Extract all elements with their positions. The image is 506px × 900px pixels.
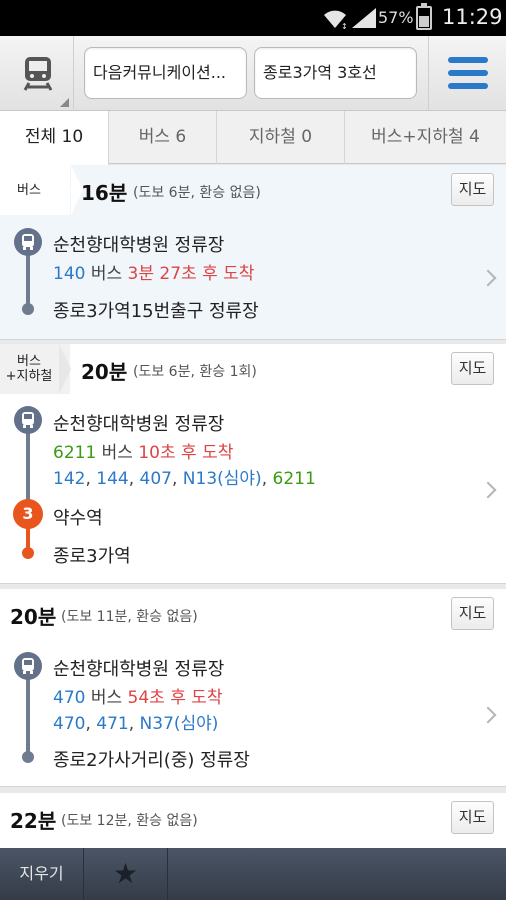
bus-number: 140 [53,264,86,284]
end-stop: 종로2가사거리(중) 정류장 [53,750,250,771]
bus-word: 버스 [85,264,128,284]
battery-percent: 57% [378,8,414,27]
bus-number: 6211 [53,443,97,463]
search-header: 다음커뮤니케이션... 종로3가역 3호선 [0,36,506,111]
alt-bus: 407 [139,469,172,489]
arrival-time: 3분 27초 후 도착 [127,264,255,284]
menu-icon-bar [448,57,488,63]
route-card[interactable]: 22분 (도보 12분, 환승 없음) 지도 [0,793,506,848]
bus-icon [14,228,42,256]
svg-text:↕: ↕ [341,22,348,30]
favorite-star-icon[interactable]: ★ [84,848,168,900]
route-card[interactable]: 버스 +지하철 20분 (도보 6분, 환승 1회) 지도 3 순천향대학병원 정… [0,344,506,584]
route-card-header: 버스 +지하철 20분 (도보 6분, 환승 1회) 지도 [0,344,506,394]
alt-bus-list: 142, 144, 407, N13(심야), 6211 [53,469,316,489]
chevron-right-icon [479,269,497,287]
tab-subway[interactable]: 지하철 0 [217,111,345,164]
bus-icon [14,652,42,680]
alt-bus: N13(심야) [182,469,262,489]
alt-bus: 470 [53,714,86,734]
clock: 11:29 [442,5,503,29]
chevron-right-icon [479,706,497,724]
bus-word: 버스 [85,688,128,708]
bus-icon [14,406,42,434]
start-stop: 순천향대학병원 정류장 [53,235,225,256]
map-button[interactable]: 지도 [451,352,494,385]
alt-bus: 6211 [272,469,316,489]
route-meta: (도보 12분, 환승 없음) [61,813,198,829]
end-point-dot [22,547,34,559]
tab-bus[interactable]: 버스 6 [109,111,217,164]
route-meta: (도보 6분, 환승 1회) [133,364,257,380]
end-stop: 종로3가역 [53,546,131,567]
route-card[interactable]: 버스 16분 (도보 6분, 환승 없음) 지도 순천향대학병원 정류장 140… [0,165,506,340]
route-meta: (도보 11분, 환승 없음) [61,609,198,625]
end-stop: 종로3가역15번출구 정류장 [53,301,259,322]
chevron-right-icon [479,481,497,499]
menu-button[interactable] [428,36,506,111]
route-card-header: 버스 16분 (도보 6분, 환승 없음) 지도 [0,165,506,215]
route-duration: 16분 [81,181,128,205]
alt-bus-list: 470, 471, N37(심야) [53,714,219,734]
arrival-time: 10초 후 도착 [138,443,234,463]
alt-bus: 144 [96,469,129,489]
route-duration: 20분 [81,360,128,384]
start-stop: 순천향대학병원 정류장 [53,414,225,435]
result-tabs: 전체 10 버스 6 지하철 0 버스+지하철 4 [0,111,506,165]
alt-bus: 471 [96,714,129,734]
route-meta: (도보 6분, 환승 없음) [133,185,261,201]
transfer-station: 약수역 [53,508,103,529]
destination-field[interactable]: 종로3가역 3호선 [254,47,417,99]
end-point-dot [22,751,34,763]
tag-line: +지하철 [5,369,53,384]
route-duration: 22분 [10,809,57,833]
bus-info: 140 버스 3분 27초 후 도착 [53,259,254,284]
route-card-header: 20분 (도보 11분, 환승 없음) 지도 [0,589,506,639]
signal-icon [352,8,376,28]
bus-word: 버스 [96,443,139,463]
start-stop: 순천향대학병원 정류장 [53,659,225,680]
route-duration: 20분 [10,605,57,629]
map-button[interactable]: 지도 [451,597,494,630]
bus-info: 6211 버스 10초 후 도착 [53,438,233,463]
route-line [26,667,30,755]
map-button[interactable]: 지도 [451,173,494,206]
arrival-time: 54초 후 도착 [127,688,223,708]
menu-icon-bar [448,70,488,76]
route-card-header: 22분 (도보 12분, 환승 없음) 지도 [0,793,506,843]
dropdown-corner-icon [60,98,69,107]
tab-all[interactable]: 전체 10 [0,111,109,165]
bottom-toolbar: 지우기 ★ [0,848,506,900]
wifi-icon: ↕ [324,10,348,30]
bus-number: 470 [53,688,86,708]
route-type-tag: 버스 +지하철 [0,344,71,394]
route-card[interactable]: 20분 (도보 11분, 환승 없음) 지도 순천향대학병원 정류장 470 버… [0,589,506,787]
status-bar: ↕ 57% 11:29 [0,0,506,36]
menu-icon-bar [448,83,488,89]
end-point-dot [22,303,34,315]
subway-line-badge: 3 [13,499,43,529]
route-type-tag: 버스 [0,165,83,215]
alt-bus: 142 [53,469,86,489]
bus-info: 470 버스 54초 후 도착 [53,683,223,708]
map-button[interactable]: 지도 [451,801,494,834]
transport-mode-button[interactable] [0,36,74,111]
alt-bus: N37(심야) [139,714,219,734]
subway-icon [23,57,53,91]
clear-button[interactable]: 지우기 [0,848,84,900]
origin-field[interactable]: 다음커뮤니케이션... [84,47,247,99]
battery-level [419,15,429,27]
tab-bus-subway[interactable]: 버스+지하철 4 [345,111,506,164]
battery-icon [416,3,432,30]
tag-line: 버스 [17,354,41,369]
